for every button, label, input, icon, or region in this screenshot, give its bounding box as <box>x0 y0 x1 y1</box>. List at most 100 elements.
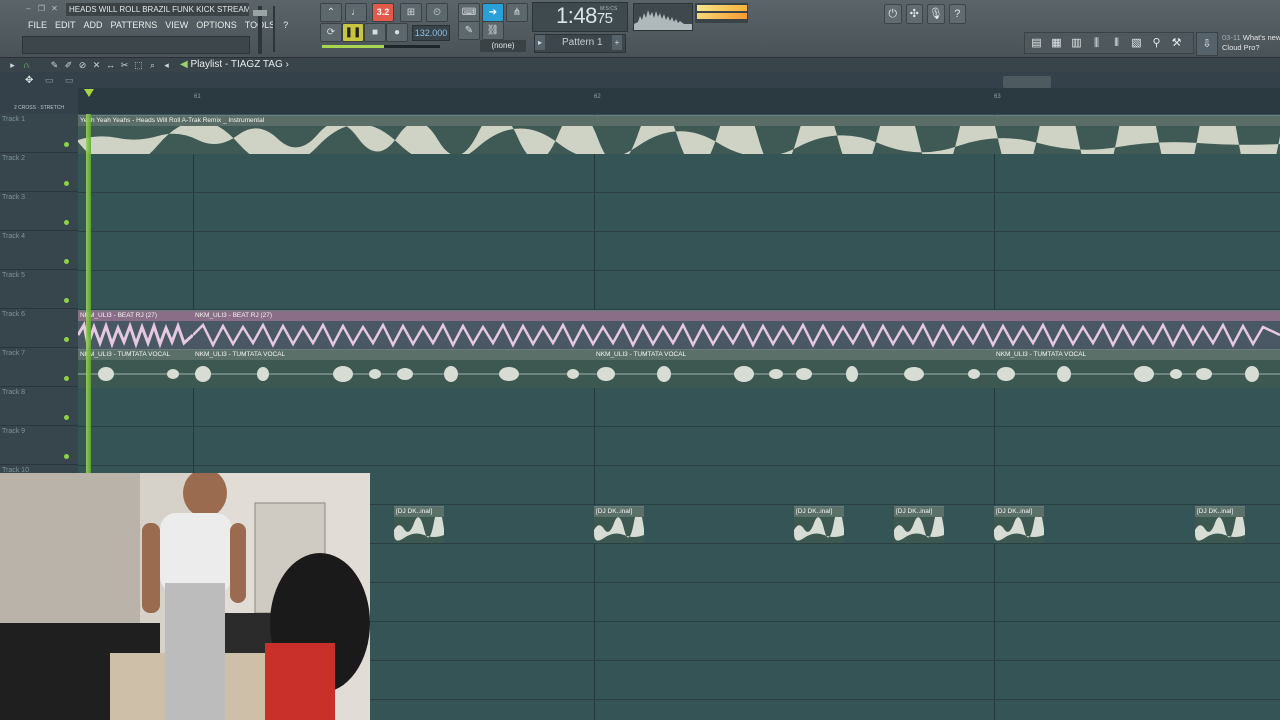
dj-tag-clip[interactable]: [DJ DK..inal] <box>594 506 644 543</box>
track-header-3[interactable]: Track 3 <box>0 192 78 231</box>
track-header-7[interactable]: Track 7 <box>0 348 78 387</box>
browser-icon[interactable]: ▧ <box>1128 34 1145 52</box>
clip-label: [DJ DK..inal] <box>894 507 944 517</box>
track-enable-led[interactable] <box>64 142 69 147</box>
clip-label: NKM_ULI3 - BEAT RJ (27) <box>193 311 1280 321</box>
pause-button[interactable]: ❚❚ <box>342 23 364 42</box>
beat-clip[interactable]: NKM_ULI3 - BEAT RJ (27) <box>78 310 193 349</box>
track-header-1[interactable]: Track 1 <box>0 114 78 153</box>
plugin-icon[interactable]: ⚲ <box>1148 34 1165 52</box>
grid-icon[interactable]: ▭ <box>65 75 74 86</box>
channel-rack-icon[interactable]: ▥ <box>1068 34 1085 52</box>
pen-icon[interactable]: ✎ <box>458 21 480 40</box>
slice-tool-icon[interactable]: ✂ <box>118 58 131 72</box>
track-enable-led[interactable] <box>64 376 69 381</box>
mixer-icon[interactable]: ⫼ <box>1088 34 1105 52</box>
horizontal-scrollbar[interactable] <box>1003 76 1051 88</box>
track-header-2[interactable]: Track 2 <box>0 153 78 192</box>
audio-clip[interactable]: Yeah Yeah Yeahs - Heads Will Roll A-Trak… <box>78 115 1280 154</box>
track-enable-led[interactable] <box>64 337 69 342</box>
stop-button[interactable]: ■ <box>364 23 386 42</box>
help-icon[interactable]: ? <box>948 4 966 24</box>
track-enable-led[interactable] <box>64 220 69 225</box>
beat-clip[interactable]: NKM_ULI3 - BEAT RJ (27) <box>193 310 1280 349</box>
pattern-song-icon[interactable]: ⌃ <box>320 3 342 22</box>
vocal-clip[interactable]: NKM_ULI3 - TUMTATA VOCAL <box>193 349 594 388</box>
zoom-tool-icon[interactable]: ⌕ <box>146 58 159 72</box>
countdown-icon[interactable]: ⏲ <box>426 3 448 22</box>
mute-tool-icon[interactable]: ✕ <box>90 58 103 72</box>
minimize-icon[interactable]: – <box>24 4 33 13</box>
track-header-9[interactable]: Track 9 <box>0 426 78 465</box>
wrench-icon[interactable]: ⚒ <box>1168 34 1185 52</box>
playhead-marker[interactable] <box>84 89 94 97</box>
pattern-add-icon[interactable]: + <box>612 35 622 50</box>
dj-tag-clip[interactable]: [DJ DK..inal] <box>394 506 444 543</box>
menu-options[interactable]: OPTIONS <box>192 17 241 33</box>
draw-tool-icon[interactable]: ✎ <box>48 58 61 72</box>
menu-view[interactable]: VIEW <box>161 17 192 33</box>
track-header-5[interactable]: Track 5 <box>0 270 78 309</box>
tempo-display[interactable]: 132.000 <box>412 25 450 41</box>
vocal-clip[interactable]: NKM_ULI3 - TUMTATA VOCAL <box>78 349 193 388</box>
magnet-icon[interactable]: ∩ <box>20 58 33 72</box>
stretch-options[interactable]: 2 CROSS · STRETCH <box>14 105 64 111</box>
record-button[interactable]: ● <box>386 23 408 42</box>
song-position-slider[interactable] <box>322 45 384 48</box>
close-icon[interactable]: ✕ <box>50 4 59 13</box>
clip-waveform <box>193 360 594 388</box>
track-enable-led[interactable] <box>64 415 69 420</box>
track-enable-led[interactable] <box>64 298 69 303</box>
dj-tag-clip[interactable]: [DJ DK..inal] <box>894 506 944 543</box>
track-header-8[interactable]: Track 8 <box>0 387 78 426</box>
track-header-4[interactable]: Track 4 <box>0 231 78 270</box>
news-panel[interactable]: 03-11 What's new Cloud Pro? <box>1222 33 1280 53</box>
dj-tag-clip[interactable]: [DJ DK..inal] <box>1195 506 1245 543</box>
slip-tool-icon[interactable]: ↔ <box>104 58 117 72</box>
cpu-icon[interactable]: ✣ <box>905 4 923 24</box>
dj-tag-clip[interactable]: [DJ DK..inal] <box>994 506 1044 543</box>
track-header-6[interactable]: Track 6 <box>0 309 78 348</box>
playlist-menu-icon[interactable]: ▸ <box>6 58 19 72</box>
power-icon[interactable]: ⏻ <box>884 4 902 24</box>
piano-roll-icon[interactable]: ▦ <box>1048 34 1065 52</box>
track-enable-led[interactable] <box>64 259 69 264</box>
step-edit-icon[interactable]: ➜ <box>482 3 504 22</box>
snap-select[interactable]: (none) <box>480 40 526 52</box>
blend-icon[interactable]: ⊞ <box>400 3 422 22</box>
delete-tool-icon[interactable]: ⊘ <box>76 58 89 72</box>
download-icon[interactable]: ⇩ <box>1196 32 1218 56</box>
split-icon[interactable]: ▭ <box>45 75 54 86</box>
master-volume-slider[interactable] <box>253 10 267 16</box>
step-counter[interactable]: 3.2 <box>372 3 394 22</box>
select-tool-icon[interactable]: ⬚ <box>132 58 145 72</box>
time-cents: 75 <box>596 10 613 27</box>
track-name: Track 9 <box>2 428 26 435</box>
move-icon[interactable]: ✥ <box>25 75 33 86</box>
loop-icon[interactable]: ⟳ <box>320 23 342 42</box>
pattern-prev-icon[interactable]: ▸ <box>535 35 545 50</box>
mixer-faders-icon[interactable]: ⫴ <box>1108 34 1125 52</box>
menu-help[interactable]: ? <box>279 17 292 33</box>
playlist-icon[interactable]: ▤ <box>1028 34 1045 52</box>
microphone-icon[interactable]: 🎙 <box>927 4 945 24</box>
multilink-icon[interactable]: ⋔ <box>506 3 528 22</box>
menu-file[interactable]: FILE <box>24 17 51 33</box>
dj-tag-clip[interactable]: [DJ DK..inal] <box>794 506 844 543</box>
timeline-ruler[interactable] <box>78 88 1280 114</box>
typing-keyboard-icon[interactable]: ⌨ <box>458 3 480 22</box>
menu-add[interactable]: ADD <box>80 17 107 33</box>
track-enable-led[interactable] <box>64 454 69 459</box>
restore-icon[interactable]: ❐ <box>37 4 46 13</box>
window-controls: – ❐ ✕ <box>24 4 62 14</box>
vocal-clip[interactable]: NKM_ULI3 - TUMTATA VOCAL <box>594 349 994 388</box>
paint-tool-icon[interactable]: ✐ <box>62 58 75 72</box>
menu-edit[interactable]: EDIT <box>51 17 80 33</box>
link-icon[interactable]: ⛓ <box>482 21 504 40</box>
master-pitch-slider[interactable] <box>273 6 275 52</box>
playback-tool-icon[interactable]: ◂ <box>160 58 173 72</box>
menu-patterns[interactable]: PATTERNS <box>107 17 162 33</box>
vocal-clip[interactable]: NKM_ULI3 - TUMTATA VOCAL <box>994 349 1280 388</box>
metronome-icon[interactable]: ♩ <box>345 3 367 22</box>
track-enable-led[interactable] <box>64 181 69 186</box>
